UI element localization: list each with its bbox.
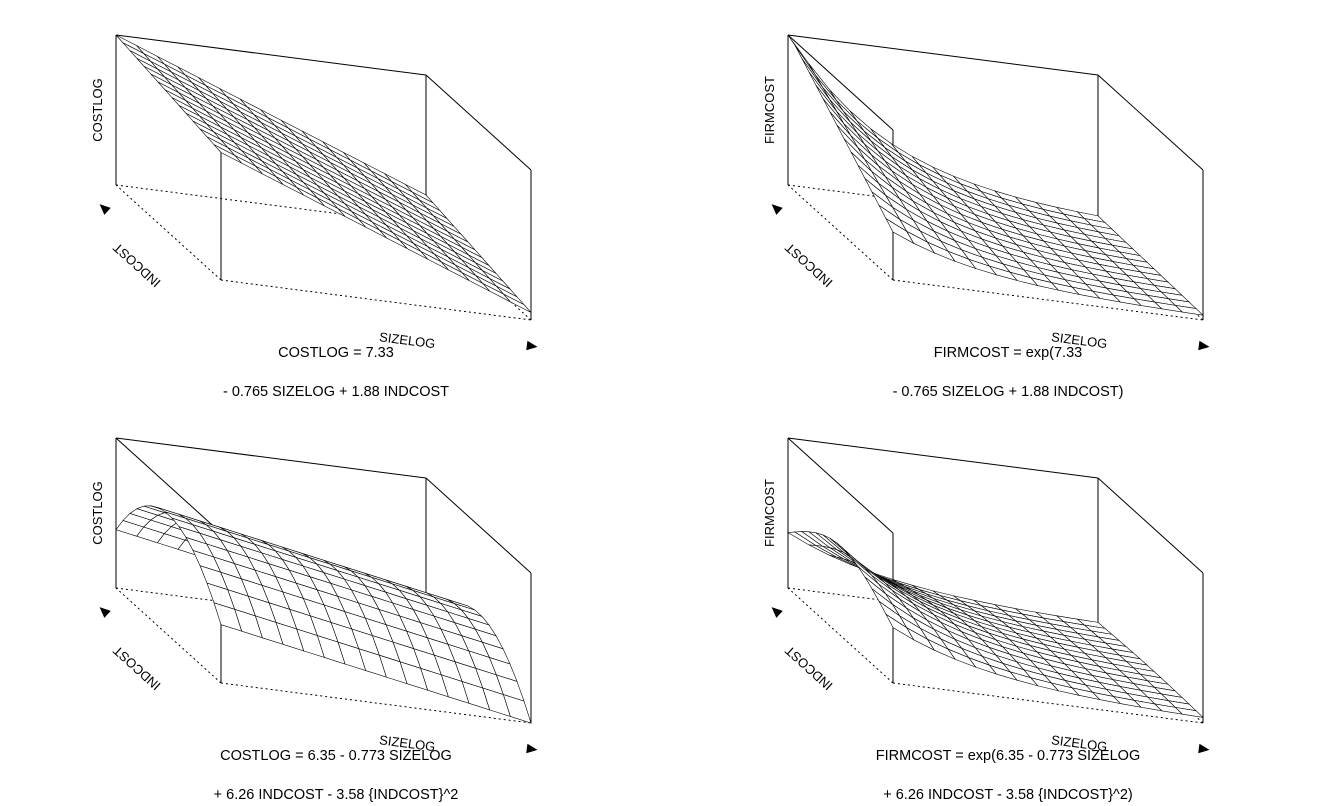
plot-1: SIZELOGINDCOSTFIRMCOST	[748, 20, 1268, 320]
plot-0: SIZELOGINDCOSTCOSTLOG	[76, 20, 596, 320]
svg-text:COSTLOG: COSTLOG	[90, 78, 105, 142]
svg-text:COSTLOG: COSTLOG	[90, 481, 105, 545]
svg-text:INDCOST: INDCOST	[110, 643, 163, 693]
plot-grid: SIZELOGINDCOSTCOSTLOG COSTLOG = 7.33 - 0…	[0, 0, 1344, 806]
svg-text:FIRMCOST: FIRMCOST	[762, 76, 777, 144]
plot-cell-2: SIZELOGINDCOSTCOSTLOG COSTLOG = 6.35 - 0…	[0, 403, 672, 806]
plot-2: SIZELOGINDCOSTCOSTLOG	[76, 423, 596, 723]
plot-cell-0: SIZELOGINDCOSTCOSTLOG COSTLOG = 7.33 - 0…	[0, 0, 672, 403]
caption-line: FIRMCOST = exp(7.33	[934, 345, 1082, 361]
svg-text:FIRMCOST: FIRMCOST	[762, 479, 777, 547]
svg-text:INDCOST: INDCOST	[110, 240, 163, 290]
svg-text:INDCOST: INDCOST	[782, 240, 835, 290]
plot-3: SIZELOGINDCOSTFIRMCOST	[748, 423, 1268, 723]
caption-line: COSTLOG = 7.33	[278, 345, 394, 361]
svg-text:INDCOST: INDCOST	[782, 643, 835, 693]
caption-line: + 6.26 INDCOST - 3.58 {INDCOST}^2	[214, 787, 459, 803]
caption-line: + 6.26 INDCOST - 3.58 {INDCOST}^2)	[883, 787, 1133, 803]
caption-line: - 0.765 SIZELOG + 1.88 INDCOST	[223, 384, 449, 400]
caption-line: - 0.765 SIZELOG + 1.88 INDCOST)	[893, 384, 1124, 400]
plot-cell-3: SIZELOGINDCOSTFIRMCOST FIRMCOST = exp(6.…	[672, 403, 1344, 806]
plot-cell-1: SIZELOGINDCOSTFIRMCOST FIRMCOST = exp(7.…	[672, 0, 1344, 403]
